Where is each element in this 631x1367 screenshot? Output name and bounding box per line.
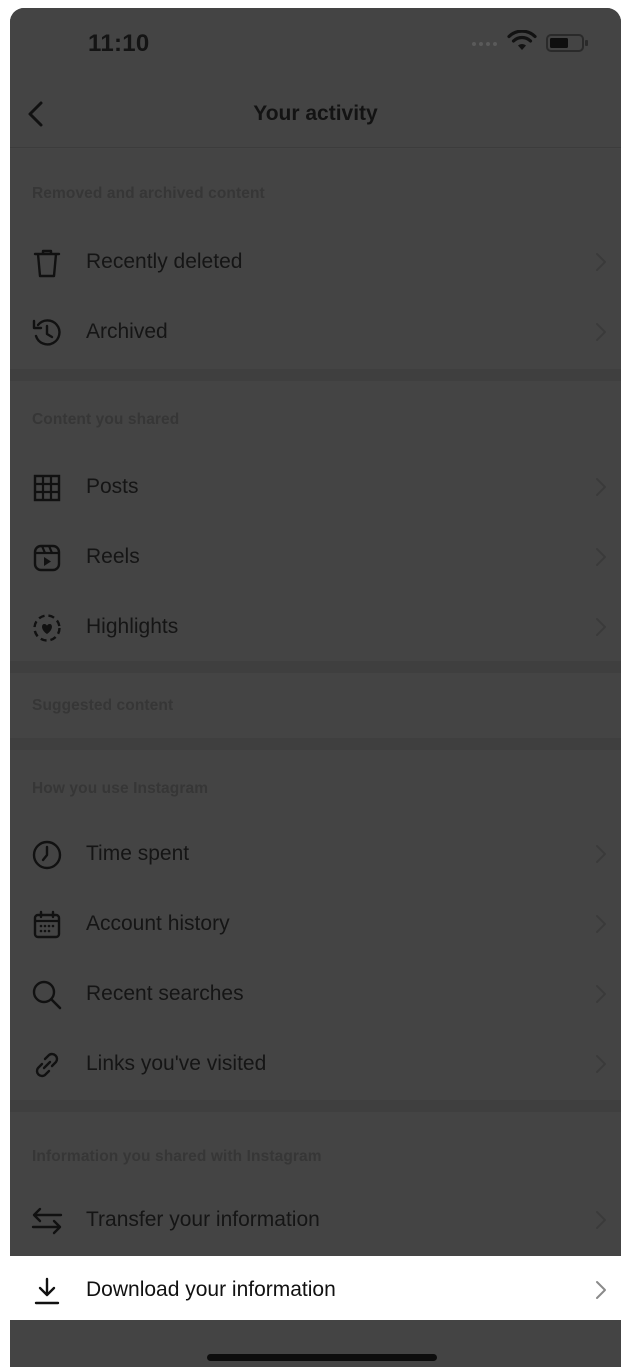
status-time: 11:10 xyxy=(88,30,150,57)
highlights-icon xyxy=(30,611,64,645)
row-label: Account history xyxy=(86,912,230,935)
row-account-history[interactable]: Account history xyxy=(10,890,621,960)
row-time-spent[interactable]: Time spent xyxy=(10,820,621,890)
row-reels[interactable]: Reels xyxy=(10,523,621,593)
section-removed-archived: Removed and archived content Recently de… xyxy=(10,149,621,369)
section-header: Suggested content xyxy=(32,697,174,714)
row-label: Highlights xyxy=(86,615,179,638)
search-icon xyxy=(30,978,64,1012)
row-recent-searches[interactable]: Recent searches xyxy=(10,960,621,1030)
row-label: Links you've visited xyxy=(86,1052,267,1075)
status-bar: 11:10 xyxy=(10,8,621,78)
bottom-area xyxy=(10,1320,621,1367)
link-icon xyxy=(30,1048,64,1082)
trash-icon xyxy=(30,246,64,280)
reels-icon xyxy=(30,541,64,575)
row-label: Recently deleted xyxy=(86,250,243,273)
signal-strength-icon xyxy=(472,42,502,46)
section-header: How you use Instagram xyxy=(32,780,209,797)
battery-icon xyxy=(546,34,588,52)
home-indicator[interactable] xyxy=(207,1354,437,1361)
row-label: Archived xyxy=(86,320,168,343)
row-links-visited[interactable]: Links you've visited xyxy=(10,1030,621,1100)
chevron-right-icon xyxy=(596,985,606,1003)
phone-screen: 11:10 Your activity Removed and archived… xyxy=(10,8,621,1367)
section-divider xyxy=(10,738,621,750)
archive-history-icon xyxy=(30,316,64,350)
row-label: Download your information xyxy=(86,1278,336,1301)
section-suggested-content[interactable]: Suggested content xyxy=(10,673,621,738)
section-how-you-use: How you use Instagram Time spent Account… xyxy=(10,750,621,1100)
chevron-right-icon xyxy=(596,845,606,863)
row-label: Recent searches xyxy=(86,982,244,1005)
section-divider xyxy=(10,661,621,673)
chevron-right-icon xyxy=(596,618,606,636)
row-recently-deleted[interactable]: Recently deleted xyxy=(10,228,621,298)
section-header: Content you shared xyxy=(32,411,180,428)
chevron-right-icon xyxy=(596,253,606,271)
chevron-right-icon xyxy=(596,915,606,933)
calendar-icon xyxy=(30,908,64,942)
section-information-shared: Information you shared with Instagram Tr… xyxy=(10,1112,621,1324)
row-label: Reels xyxy=(86,545,140,568)
row-download-information[interactable]: Download your information xyxy=(10,1256,621,1324)
row-label: Posts xyxy=(86,475,139,498)
row-transfer-information[interactable]: Transfer your information xyxy=(10,1186,621,1256)
row-archived[interactable]: Archived xyxy=(10,298,621,368)
section-header: Removed and archived content xyxy=(32,185,265,202)
chevron-right-icon xyxy=(596,323,606,341)
section-header: Information you shared with Instagram xyxy=(32,1148,322,1165)
row-label: Time spent xyxy=(86,842,190,865)
chevron-right-icon xyxy=(596,1055,606,1073)
section-content-shared: Content you shared Posts Reels Highlight… xyxy=(10,381,621,661)
row-posts[interactable]: Posts xyxy=(10,453,621,523)
nav-header: Your activity xyxy=(10,78,621,148)
page-title: Your activity xyxy=(253,102,378,125)
grid-icon xyxy=(30,471,64,505)
section-divider xyxy=(10,369,621,381)
transfer-icon xyxy=(30,1204,64,1238)
chevron-right-icon xyxy=(596,548,606,566)
clock-icon xyxy=(30,838,64,872)
chevron-right-icon xyxy=(596,1211,606,1229)
section-divider xyxy=(10,1100,621,1112)
row-highlights[interactable]: Highlights xyxy=(10,593,621,663)
wifi-icon xyxy=(507,30,537,50)
download-icon xyxy=(30,1274,64,1308)
chevron-right-icon xyxy=(596,1281,606,1299)
row-label: Transfer your information xyxy=(86,1208,320,1231)
chevron-right-icon xyxy=(596,478,606,496)
